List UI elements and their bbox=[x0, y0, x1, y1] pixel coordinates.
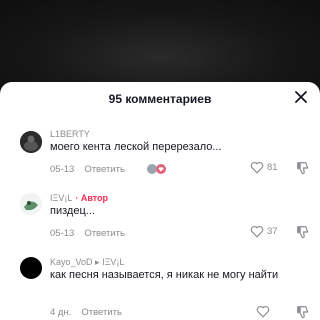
comment-text: как песня называется, я никак не могу на… bbox=[50, 269, 279, 281]
heart-icon bbox=[250, 161, 264, 174]
reply-button[interactable]: Ответить bbox=[81, 307, 122, 318]
reply-to-username[interactable]: ▸ ΙΞV¡L bbox=[95, 257, 124, 267]
close-icon[interactable] bbox=[292, 88, 310, 106]
username-text[interactable]: Kayo_VoD bbox=[50, 257, 93, 267]
comment-username: Kayo_VoD ▸ ΙΞV¡L bbox=[50, 257, 124, 268]
comments-sheet: 95 комментариев L1BERTY моего кента леск… bbox=[0, 82, 320, 320]
comment-date: 05-13 bbox=[50, 228, 75, 239]
avatar[interactable] bbox=[20, 257, 42, 279]
author-badge: · Автор bbox=[75, 193, 109, 203]
comment-text: моего кента леской перерезало... bbox=[50, 141, 222, 153]
comment-username[interactable]: L1BERTY bbox=[50, 129, 90, 139]
reply-button[interactable]: Ответить bbox=[84, 164, 125, 175]
like-count: 37 bbox=[267, 226, 278, 237]
dislike-icon[interactable] bbox=[296, 225, 310, 244]
avatar[interactable] bbox=[20, 193, 42, 215]
comment-meta: 4 дн. Ответить bbox=[50, 307, 122, 318]
dislike-icon[interactable] bbox=[296, 305, 310, 320]
heart-icon bbox=[256, 305, 270, 318]
like-button[interactable]: 37 bbox=[250, 225, 278, 238]
liked-by-avatars bbox=[146, 162, 168, 181]
username-text[interactable]: ΙΞV¡L bbox=[50, 193, 72, 203]
comment-date: 05-13 bbox=[50, 164, 75, 175]
comments-count-title: 95 комментариев bbox=[108, 92, 212, 106]
comment-text: пиздец... bbox=[50, 205, 95, 217]
comment-username: ΙΞV¡L · Автор bbox=[50, 193, 108, 203]
avatar[interactable] bbox=[20, 131, 42, 153]
comment-meta: 05-13 Ответить bbox=[50, 164, 125, 175]
reply-button[interactable]: Ответить bbox=[84, 228, 125, 239]
like-count: 81 bbox=[267, 162, 278, 173]
dislike-icon[interactable] bbox=[296, 161, 310, 180]
heart-icon bbox=[250, 225, 264, 238]
like-button[interactable] bbox=[256, 305, 273, 318]
comment-meta: 05-13 Ответить bbox=[50, 228, 125, 239]
video-background bbox=[0, 0, 320, 95]
comment-date: 4 дн. bbox=[50, 307, 72, 318]
like-button[interactable]: 81 bbox=[250, 161, 278, 174]
